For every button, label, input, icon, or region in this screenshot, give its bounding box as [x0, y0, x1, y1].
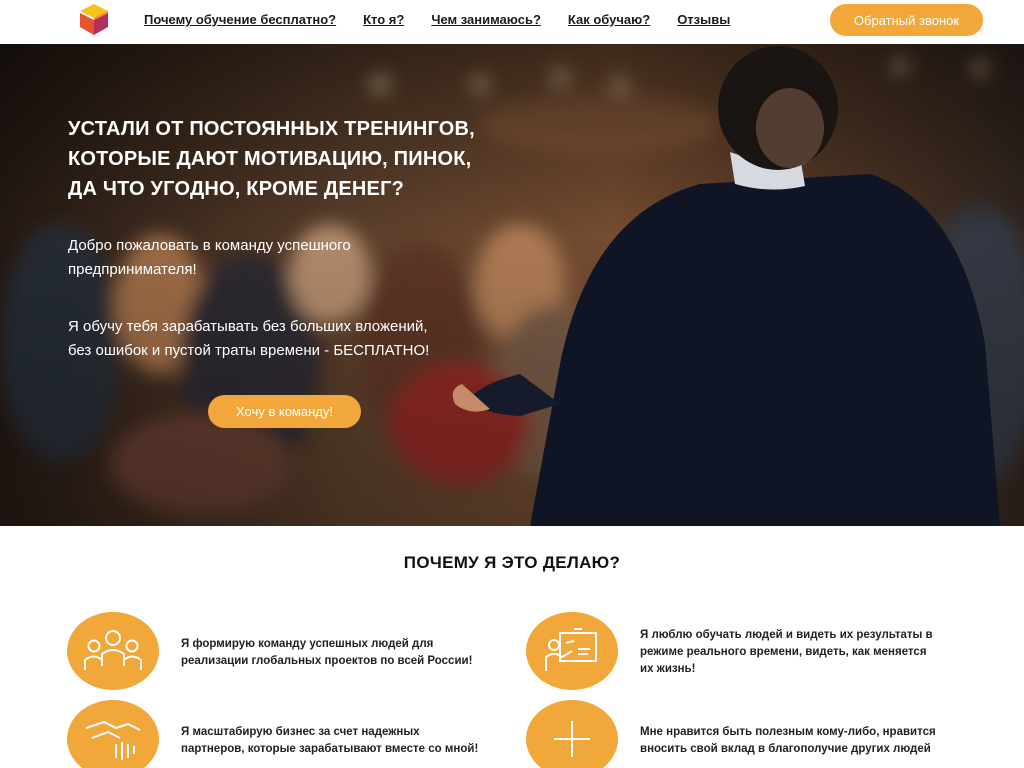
team-icon	[67, 612, 159, 690]
reason-line: Мне нравится быть полезным кому-либо, нр…	[640, 726, 936, 738]
reason-text: Мне нравится быть полезным кому-либо, нр…	[640, 700, 936, 758]
reason-line: партнеров, которые зарабатывают вместе с…	[181, 743, 479, 755]
hero-section: Устали от постоянных тренингов, которые …	[0, 44, 1024, 526]
hero-title-line: Устали от постоянных тренингов,	[68, 118, 475, 140]
reason-line: их жизнь!	[640, 663, 696, 675]
hero-text-line: Я обучу тебя зарабатывать без больших вл…	[68, 318, 428, 335]
reason-text: Я люблю обучать людей и видеть их резуль…	[640, 612, 933, 678]
reason-line: режиме реального времени, видеть, как ме…	[640, 646, 927, 658]
reason-text: Я формирую команду успешных людей для ре…	[181, 612, 472, 670]
reason-line: вносить свой вклад в благополучие других…	[640, 743, 931, 755]
join-team-button[interactable]: Хочу в команду!	[208, 395, 361, 428]
hero-text-line: без ошибок и пустой траты времени - БЕСП…	[68, 342, 430, 359]
nav-who-am-i[interactable]: Кто я?	[363, 12, 404, 27]
nav-reviews[interactable]: Отзывы	[677, 12, 730, 27]
reason-text: Я масштабирую бизнес за счет надежных па…	[181, 700, 478, 758]
nav-what-i-do[interactable]: Чем занимаюсь?	[431, 12, 541, 27]
handshake-icon	[67, 700, 159, 768]
reason-line: Я масштабирую бизнес за счет надежных	[181, 726, 420, 738]
hero-welcome-text: Добро пожаловать в команду успешного пре…	[68, 234, 508, 282]
hero-offer-text: Я обучу тебя зарабатывать без больших вл…	[68, 315, 508, 363]
hero-title-line: да что угодно, кроме денег?	[68, 178, 405, 200]
hero-text-line: Добро пожаловать в команду успешного	[68, 237, 351, 254]
reason-line: Я люблю обучать людей и видеть их резуль…	[640, 629, 933, 641]
site-header: Почему обучение бесплатно? Кто я? Чем за…	[0, 0, 1024, 44]
reason-item: Мне нравится быть полезным кому-либо, нр…	[526, 700, 936, 768]
hero-text-line: предпринимателя!	[68, 261, 197, 278]
reason-item: Я люблю обучать людей и видеть их резуль…	[526, 612, 933, 690]
nav-why-free[interactable]: Почему обучение бесплатно?	[144, 12, 336, 27]
presentation-icon	[526, 612, 618, 690]
reason-line: Я формирую команду успешных людей для	[181, 638, 434, 650]
reason-item: Я масштабирую бизнес за счет надежных па…	[67, 700, 478, 768]
hero-title-line: которые дают мотивацию, пинок,	[68, 148, 472, 170]
hero-title: Устали от постоянных тренингов, которые …	[68, 114, 588, 204]
plus-icon	[526, 700, 618, 768]
reason-line: реализации глобальных проектов по всей Р…	[181, 655, 473, 667]
logo-icon[interactable]	[77, 3, 111, 36]
main-nav: Почему обучение бесплатно? Кто я? Чем за…	[144, 12, 757, 27]
why-section-title: ПОЧЕМУ Я ЭТО ДЕЛАЮ?	[403, 553, 621, 572]
nav-how-i-teach[interactable]: Как обучаю?	[568, 12, 650, 27]
reason-item: Я формирую команду успешных людей для ре…	[67, 612, 472, 690]
callback-button[interactable]: Обратный звонок	[830, 4, 983, 36]
